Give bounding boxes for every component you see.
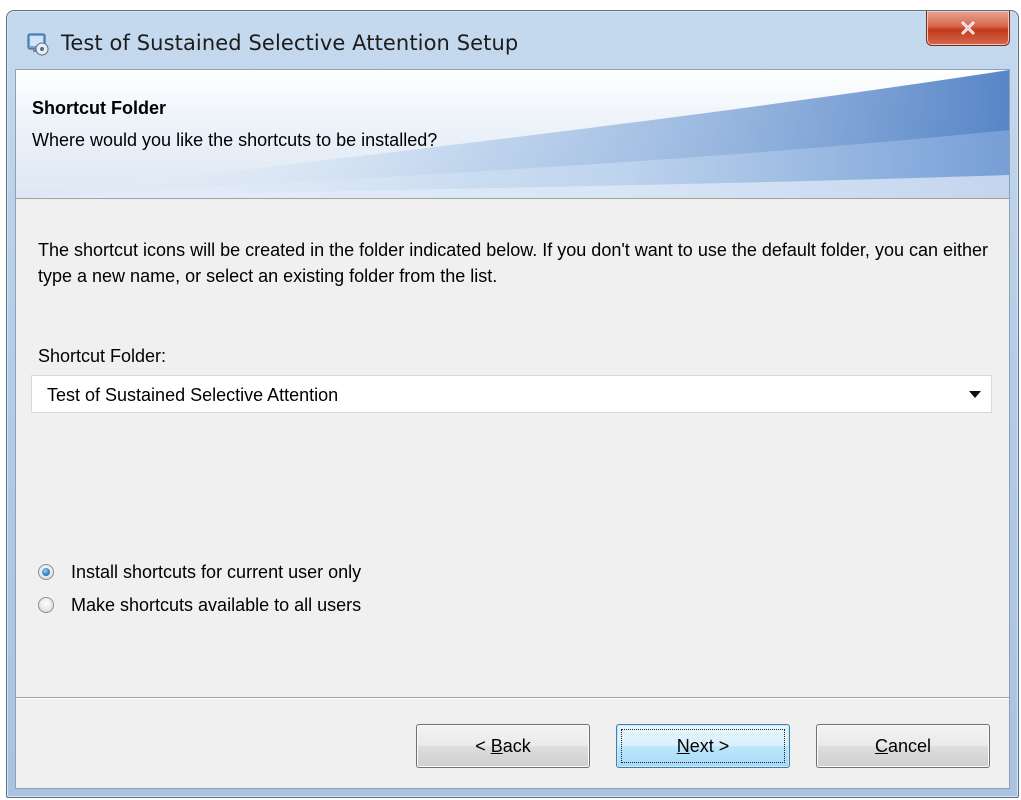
cancel-button-rest: ancel xyxy=(887,735,932,756)
radio-button-all-users[interactable] xyxy=(38,597,54,613)
radio-all-users[interactable]: Make shortcuts available to all users xyxy=(38,593,361,617)
radio-label-all-users[interactable]: Make shortcuts available to all users xyxy=(71,595,361,616)
back-button[interactable]: < Back xyxy=(416,724,590,768)
close-button[interactable] xyxy=(926,11,1010,46)
dialog-body: Shortcut Folder Where would you like the… xyxy=(15,69,1010,789)
shortcut-folder-label: Shortcut Folder: xyxy=(38,346,167,366)
page-title: Shortcut Folder xyxy=(32,98,166,118)
back-button-prefix: < xyxy=(475,735,491,756)
title-bar[interactable]: Test of Sustained Selective Attention Se… xyxy=(7,11,1018,73)
cancel-button-accel: C xyxy=(874,735,888,756)
next-button[interactable]: Next > xyxy=(616,724,790,768)
radio-label-current-user[interactable]: Install shortcuts for current user only xyxy=(71,562,361,583)
header-banner: Shortcut Folder Where would you like the… xyxy=(16,70,1009,199)
shortcut-folder-value[interactable]: Test of Sustained Selective Attention xyxy=(47,385,338,406)
page-subtitle: Where would you like the shortcuts to be… xyxy=(32,130,438,150)
back-button-rest: ack xyxy=(502,735,531,756)
radio-button-current-user[interactable] xyxy=(38,564,54,580)
close-x-icon xyxy=(961,21,975,35)
installer-icon xyxy=(27,33,49,56)
back-button-accel: B xyxy=(490,735,503,756)
chevron-down-icon[interactable] xyxy=(969,391,981,398)
shortcut-folder-combobox[interactable]: Test of Sustained Selective Attention xyxy=(31,375,992,413)
radio-current-user[interactable]: Install shortcuts for current user only xyxy=(38,560,361,584)
button-area-divider xyxy=(16,697,1009,699)
window-title: Test of Sustained Selective Attention Se… xyxy=(61,31,519,55)
focus-ring xyxy=(621,729,785,763)
cancel-button[interactable]: Cancel xyxy=(816,724,990,768)
description-text: The shortcut icons will be created in th… xyxy=(38,240,989,286)
setup-window: Test of Sustained Selective Attention Se… xyxy=(6,10,1019,798)
